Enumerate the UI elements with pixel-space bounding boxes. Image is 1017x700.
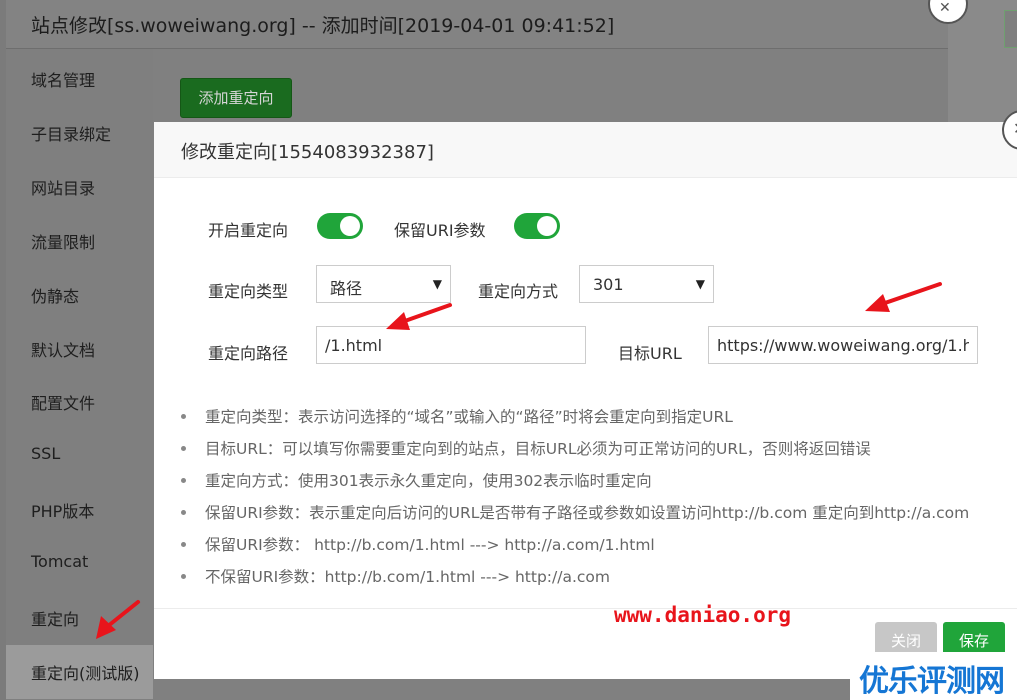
arrow-to-url-head [865, 294, 890, 312]
arrow-to-url-line [880, 282, 942, 306]
arrow-to-sidebar-line [106, 600, 140, 628]
brand-watermark-text: 优乐评测网 [859, 664, 1005, 699]
arrow-to-path-head [386, 312, 410, 330]
brand-watermark: 优乐评测网 [850, 652, 1017, 700]
site-watermark: www.daniao.org [614, 603, 792, 627]
annotation-arrows [96, 282, 942, 639]
arrow-to-path-line [400, 303, 452, 324]
